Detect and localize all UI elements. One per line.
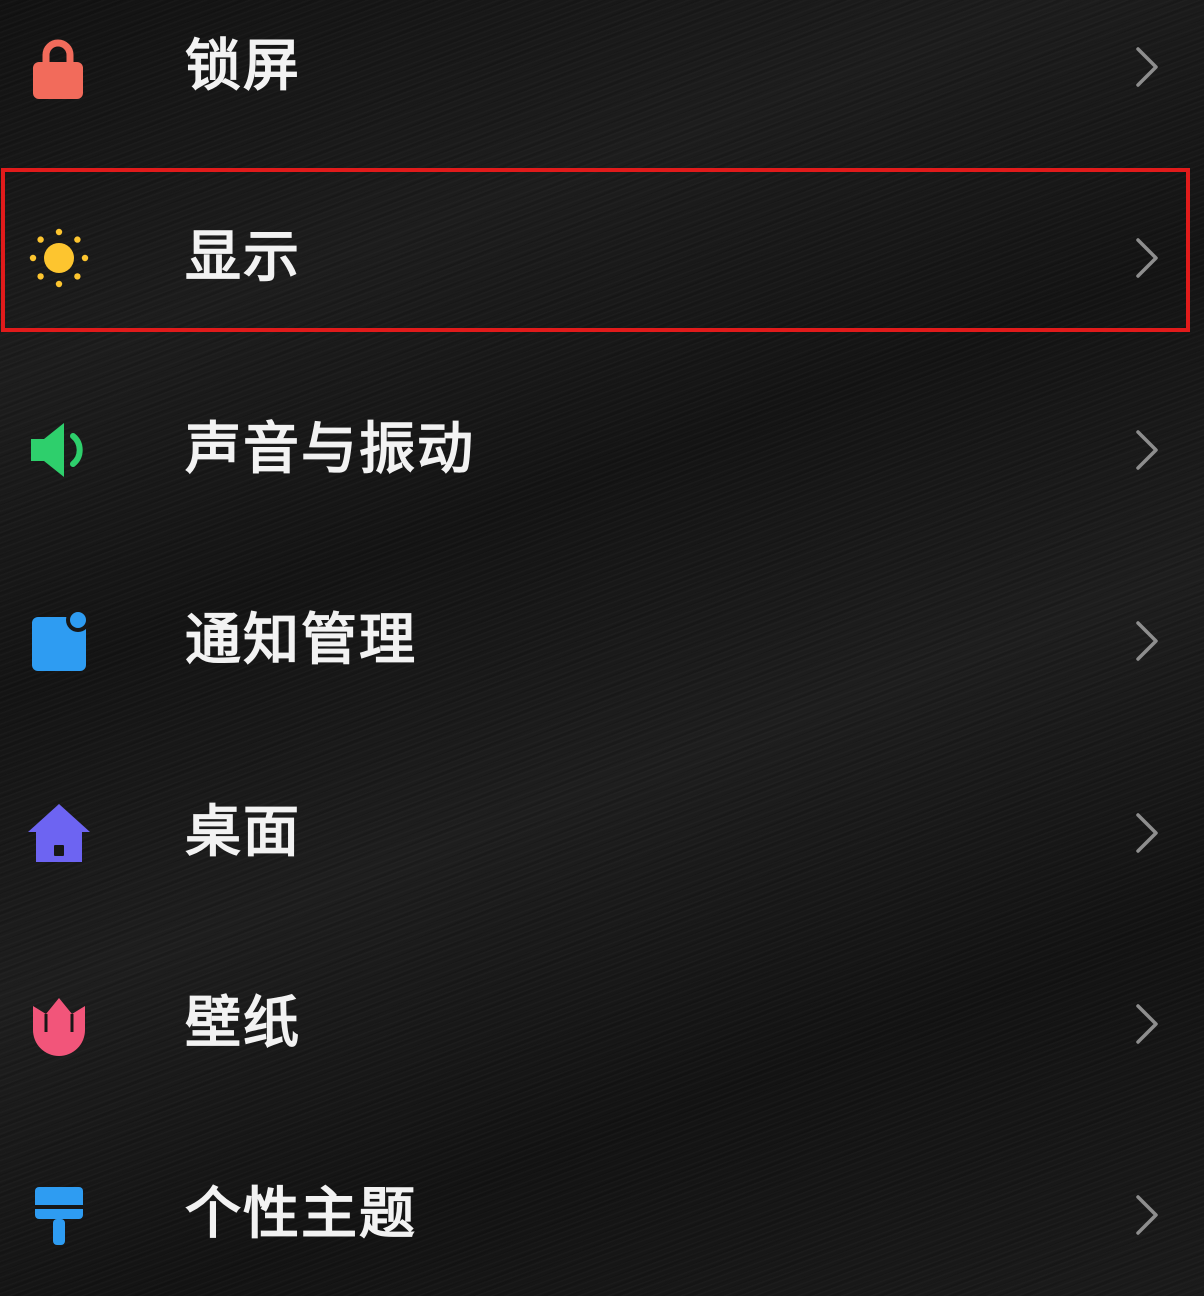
settings-item-wallpaper[interactable]: 壁纸	[0, 964, 1204, 1084]
chevron-right-icon	[1128, 811, 1164, 855]
settings-item-label: 通知管理	[185, 608, 417, 673]
settings-item-lock-screen[interactable]: 锁屏	[0, 7, 1204, 127]
settings-item-label: 显示	[185, 225, 301, 290]
settings-item-home-screen[interactable]: 桌面	[0, 773, 1204, 893]
chevron-right-icon	[1128, 428, 1164, 472]
notification-icon	[22, 607, 94, 675]
speaker-icon	[22, 416, 94, 484]
home-icon	[22, 799, 94, 867]
chevron-right-icon	[1128, 1002, 1164, 1046]
chevron-right-icon	[1128, 1193, 1164, 1237]
settings-item-label: 个性主题	[185, 1182, 417, 1247]
chevron-right-icon	[1128, 45, 1164, 89]
settings-item-label: 声音与振动	[185, 417, 475, 482]
chevron-right-icon	[1128, 236, 1164, 280]
sun-icon	[22, 224, 94, 292]
settings-item-display[interactable]: 显示	[0, 198, 1204, 318]
lock-icon	[22, 33, 94, 101]
brush-icon	[22, 1181, 94, 1249]
settings-item-sound-vibration[interactable]: 声音与振动	[0, 390, 1204, 510]
settings-item-label: 桌面	[185, 800, 301, 865]
chevron-right-icon	[1128, 619, 1164, 663]
settings-item-notifications[interactable]: 通知管理	[0, 581, 1204, 701]
settings-list: 锁屏 显示 声音与振动 通知管理 桌面 壁纸 个性主题	[0, 0, 1204, 1296]
tulip-icon	[22, 990, 94, 1058]
settings-item-themes[interactable]: 个性主题	[0, 1155, 1204, 1275]
settings-item-label: 壁纸	[185, 991, 301, 1056]
settings-item-label: 锁屏	[185, 34, 301, 99]
